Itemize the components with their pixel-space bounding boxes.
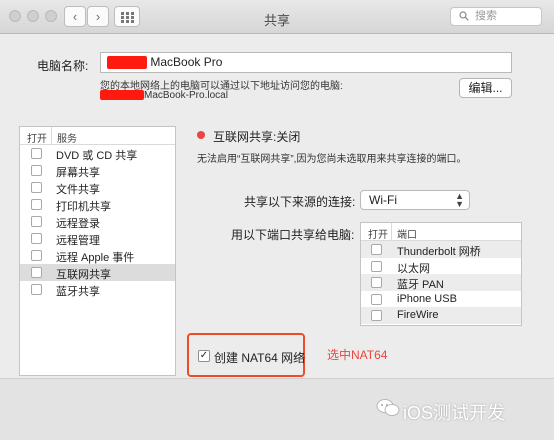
port-checkbox[interactable] — [371, 293, 382, 305]
service-label: DVD 或 CD 共享 — [56, 150, 138, 162]
port-row[interactable]: 蓝牙 PAN — [361, 274, 521, 291]
service-row[interactable]: DVD 或 CD 共享 — [20, 145, 175, 162]
service-checkbox[interactable] — [31, 182, 42, 193]
service-label: 打印机共享 — [56, 201, 111, 213]
nat64-label: 创建 NAT64 网络 — [214, 351, 306, 365]
service-label: 远程 Apple 事件 — [56, 252, 135, 264]
service-row[interactable]: 打印机共享 — [20, 196, 175, 213]
column-on-header: 打开 — [368, 230, 388, 241]
port-checkbox[interactable] — [371, 277, 382, 288]
nat64-checkbox[interactable]: ✓ — [198, 350, 210, 362]
status-indicator-icon — [197, 131, 205, 139]
title-bar: ‹ › 共享 搜索 — [0, 0, 554, 34]
service-checkbox[interactable] — [31, 148, 42, 159]
column-service-header: 服务 — [57, 134, 77, 145]
computer-name-value: MacBook Pro — [150, 55, 223, 69]
service-label: 屏幕共享 — [56, 167, 100, 179]
services-header: 打开 服务 — [20, 127, 175, 145]
computer-name-label: 电脑名称: — [37, 59, 89, 73]
service-label: 文件共享 — [56, 184, 100, 196]
service-checkbox[interactable] — [31, 250, 42, 261]
share-from-label: 共享以下来源的连接: — [244, 195, 356, 209]
service-row[interactable]: 互联网共享 — [20, 264, 175, 281]
service-label: 互联网共享 — [56, 269, 111, 281]
column-on-header: 打开 — [27, 134, 47, 145]
edit-button[interactable]: 编辑... — [459, 78, 512, 98]
search-field[interactable]: 搜索 — [450, 7, 542, 26]
annotation-text: 选中NAT64 — [327, 348, 388, 362]
service-row[interactable]: 蓝牙共享 — [20, 281, 175, 298]
service-checkbox[interactable] — [31, 233, 42, 244]
port-checkbox[interactable] — [371, 310, 382, 321]
redaction-mark — [100, 90, 144, 101]
redaction-mark — [107, 56, 147, 70]
service-row[interactable]: 文件共享 — [20, 179, 175, 196]
service-checkbox[interactable] — [31, 216, 42, 227]
watermark-text: iOS测试开发 — [403, 403, 506, 423]
internet-sharing-status: 互联网共享:关闭 — [213, 130, 301, 144]
ports-list[interactable]: 打开 端口 Thunderbolt 网桥 以太网 蓝牙 PAN iPhone USB F… — [360, 222, 522, 326]
port-label: FireWire — [397, 309, 439, 321]
service-checkbox[interactable] — [31, 199, 42, 210]
search-icon — [459, 11, 469, 21]
service-label: 远程管理 — [56, 235, 100, 247]
service-row[interactable]: 远程管理 — [20, 230, 175, 247]
services-list[interactable]: 打开 服务 DVD 或 CD 共享 屏幕共享文件共享打印机共享远程登录远程管理远程… — [19, 126, 176, 376]
port-checkbox[interactable] — [371, 260, 382, 272]
service-label: 远程登录 — [56, 218, 100, 230]
computer-name-field[interactable]: MacBook Pro — [100, 52, 512, 73]
search-placeholder: 搜索 — [475, 10, 497, 22]
service-row[interactable]: 远程登录 — [20, 213, 175, 230]
service-row[interactable]: 屏幕共享 — [20, 162, 175, 179]
local-address-value: MacBook-Pro.local — [144, 90, 228, 101]
wechat-icon — [376, 399, 400, 416]
share-to-label: 用以下端口共享给电脑: — [231, 228, 355, 242]
port-checkbox[interactable] — [371, 244, 382, 255]
share-from-value: Wi-Fi — [369, 193, 397, 207]
port-row[interactable]: Thunderbolt 网桥 — [361, 241, 521, 258]
service-row[interactable]: 远程 Apple 事件 — [20, 247, 175, 264]
service-label: 蓝牙共享 — [56, 286, 100, 298]
internet-sharing-description: 无法启用“互联网共享”,因为您尚未选取用来共享连接的端口。 — [197, 154, 467, 165]
port-label: iPhone USB — [397, 292, 457, 305]
service-checkbox[interactable] — [31, 165, 42, 176]
local-address: MacBook-Pro.local — [100, 90, 228, 101]
ports-header: 打开 端口 — [361, 223, 521, 241]
port-row[interactable]: 以太网 — [361, 258, 521, 275]
port-row[interactable]: iPhone USB — [361, 291, 521, 308]
share-from-select[interactable]: Wi-Fi ▲ ▼ — [360, 190, 470, 210]
port-row[interactable]: FireWire — [361, 307, 521, 324]
up-down-chevron-icon: ▲ ▼ — [455, 191, 464, 209]
service-checkbox[interactable] — [31, 284, 42, 295]
column-port-header: 端口 — [397, 230, 417, 241]
service-checkbox[interactable] — [31, 267, 42, 278]
